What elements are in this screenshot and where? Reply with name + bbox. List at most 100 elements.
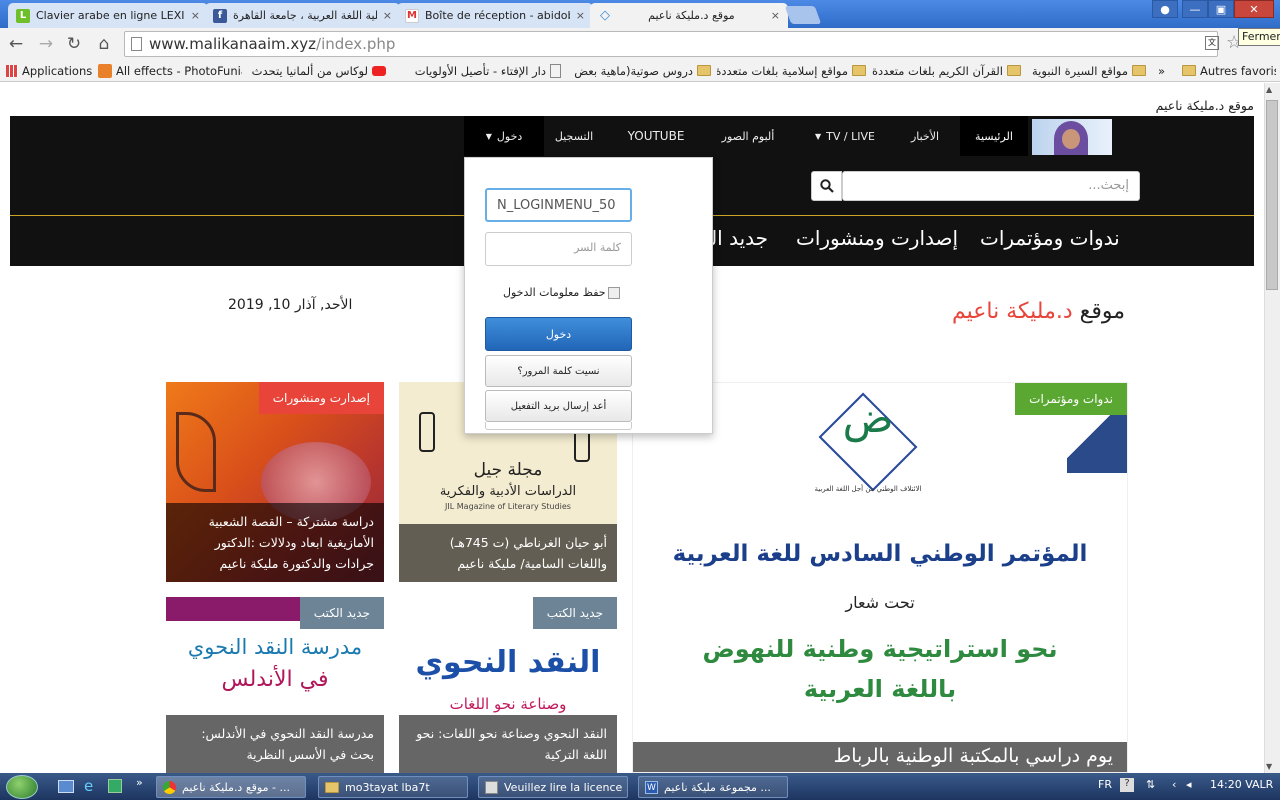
speaker-icon[interactable]: ◂ — [1186, 778, 1192, 791]
nav-label: التسجيل — [554, 129, 594, 143]
scroll-down-icon[interactable]: ▼ — [1266, 762, 1272, 771]
tab-cairo-university[interactable]: f كلية اللغة العربية ، جامعة القاهرة × — [205, 3, 400, 28]
scroll-up-icon[interactable]: ▲ — [1266, 85, 1272, 94]
clock[interactable]: 14:20 VALR — [1210, 778, 1273, 791]
nav-login[interactable]: ▼ دخول — [464, 116, 544, 156]
new-tab-button[interactable] — [784, 6, 822, 24]
tooltip: Fermer — [1238, 28, 1280, 46]
tab-malikanaaim[interactable]: ◇ موقع د.مليكة ناعيم × — [590, 3, 788, 28]
username-input[interactable]: N_LOGINMENU_50 — [485, 188, 632, 222]
tab-close-icon[interactable]: × — [383, 9, 392, 22]
bookmark-folder-durus[interactable]: دروس صوتية(ماهية بعض — [567, 60, 717, 82]
bookmark-folder-islamic-sites[interactable]: مواقع إسلامية بلغات متعددة — [717, 60, 872, 82]
folder-icon — [1132, 65, 1146, 76]
address-bar[interactable]: www.malikanaaim.xyz/index.php — [124, 31, 1218, 57]
forward-icon[interactable]: → — [34, 32, 58, 56]
reload-icon[interactable]: ↻ — [62, 32, 86, 56]
book-title: النقد النحوي — [415, 645, 601, 680]
back-icon[interactable]: ← — [4, 32, 28, 56]
article-card-amazigh-story[interactable]: إصدارت ومنشورات دراسة مشتركة – القصة الش… — [166, 382, 384, 582]
tab-close-icon[interactable]: × — [191, 9, 200, 22]
nav-news[interactable]: الأخبار — [895, 116, 955, 156]
page-icon — [550, 63, 561, 78]
search-input[interactable]: إبحث... — [842, 171, 1140, 201]
decorative-pattern — [176, 412, 216, 492]
journal-english-title: JIL Magazine of Literary Studies — [445, 502, 571, 511]
start-button-icon[interactable] — [6, 775, 38, 799]
taskbar-item-word[interactable]: W مجموعة مليكة ناعيم ... — [638, 776, 788, 798]
tab-title: موقع د.مليكة ناعيم — [648, 9, 735, 22]
bookmark-label: Applications — [22, 63, 92, 78]
remember-checkbox[interactable] — [607, 286, 620, 299]
tray-expand-icon[interactable]: ‹ — [1172, 778, 1176, 791]
article-caption[interactable]: النقد النحوي وصناعة نحو اللغات: نحو اللغ… — [399, 715, 617, 773]
tab-gmail[interactable]: M Boîte de réception - abidobel × — [397, 3, 593, 28]
book-subtitle: في الأندلس — [221, 667, 329, 692]
quicklaunch-more-icon[interactable]: » — [136, 776, 143, 789]
forgot-password-button[interactable]: نسيت كلمة المرور؟ — [485, 355, 632, 387]
bookmarks-more-button[interactable]: » — [1152, 60, 1176, 82]
nav-register[interactable]: التسجيل — [548, 116, 600, 156]
category-badge[interactable]: ندوات ومؤتمرات — [1015, 383, 1127, 415]
taskbar-item-chrome[interactable]: موقع د.مليكة ناعيم - ... — [156, 776, 306, 798]
bookmark-photofunia[interactable]: All effects - PhotoFunia — [92, 60, 242, 82]
scrollbar-thumb[interactable] — [1266, 100, 1278, 290]
show-desktop-icon[interactable] — [58, 780, 74, 793]
taskbar-item-installer[interactable]: Veuillez lire la licence ... — [478, 776, 628, 798]
remember-me[interactable]: حفظ معلومات الدخول — [503, 286, 620, 299]
article-card-andalus-school[interactable]: مدرسة النقد النحوي في الأندلس جديد الكتب… — [166, 597, 384, 773]
bookmark-folder-quran[interactable]: القرآن الكريم بلغات متعددة — [872, 60, 1027, 82]
current-date: الأحد, آذار 10, 2019 — [228, 297, 353, 313]
minimize-icon[interactable]: — — [1182, 0, 1208, 18]
internet-explorer-icon[interactable]: e — [84, 777, 93, 795]
tab-close-icon[interactable]: × — [771, 9, 780, 22]
category-badge[interactable]: جديد الكتب — [299, 597, 384, 629]
nav-home[interactable]: الرئيسية — [960, 116, 1028, 156]
language-indicator[interactable]: FR — [1098, 778, 1112, 791]
lexilogos-favicon-icon: L — [16, 8, 30, 23]
bookmark-applications[interactable]: Applications — [0, 60, 92, 82]
menu-publications[interactable]: إصدارت ومنشورات — [796, 226, 958, 250]
resend-activation-button[interactable]: أعد إرسال بريد التفعيل — [485, 390, 632, 422]
login-submit-button[interactable]: دخول — [485, 317, 632, 351]
bookmark-dar-alifta[interactable]: دار الإفتاء - تأصيل الأولويات — [392, 60, 567, 82]
category-badge[interactable]: جديد الكتب — [532, 597, 617, 629]
folder-icon — [1182, 65, 1196, 76]
bookmark-label: دروس صوتية(ماهية بعض — [574, 63, 693, 78]
article-card-grammar-critique[interactable]: النقد النحوي وصناعة نحو اللغات جديد الكت… — [399, 597, 617, 773]
network-icon[interactable]: ⇅ — [1146, 778, 1155, 791]
article-caption[interactable]: دراسة مشتركة – القصة الشعبية الأمازيغية … — [166, 503, 384, 582]
search-icon — [819, 179, 834, 193]
coalition-logo-caption: الائتلاف الوطني من أجل اللغة العربية — [814, 485, 922, 493]
home-icon[interactable]: ⌂ — [92, 32, 116, 56]
nav-tv-live[interactable]: ▼ TV / LIVE — [800, 116, 890, 156]
password-input[interactable]: كلمة السر — [485, 232, 632, 266]
caret-down-icon: ▼ — [815, 131, 822, 141]
help-icon[interactable]: ? — [1120, 778, 1134, 792]
article-caption[interactable]: مدرسة النقد النحوي في الأندلس: بحث في ال… — [166, 715, 384, 773]
tab-title: كلية اللغة العربية ، جامعة القاهرة — [233, 9, 377, 22]
bookmark-label: All effects - PhotoFunia — [116, 63, 242, 78]
menu-conferences[interactable]: ندوات ومؤتمرات — [980, 226, 1120, 250]
tab-close-icon[interactable]: × — [576, 9, 585, 22]
taskbar-item-label: mo3tayat lba7t — [345, 780, 430, 794]
nav-photo-album[interactable]: ألبوم الصور — [712, 116, 784, 156]
maximize-icon[interactable]: ▣ — [1208, 0, 1234, 18]
search-button[interactable] — [811, 171, 842, 201]
close-window-icon[interactable]: ✕ — [1234, 0, 1274, 18]
tab-lexilogos[interactable]: L Clavier arabe en ligne LEXILOGOS × — [8, 3, 208, 28]
article-caption[interactable]: يوم دراسي بالمكتبة الوطنية بالرباط — [633, 742, 1127, 772]
taskbar-item-label: مجموعة مليكة ناعيم ... — [664, 780, 771, 794]
media-icon[interactable] — [108, 779, 122, 793]
bookmark-folder-sira[interactable]: مواقع السيرة النبوية — [1027, 60, 1152, 82]
taskbar-item-explorer[interactable]: mo3tayat lba7t — [318, 776, 468, 798]
category-badge[interactable]: إصدارت ومنشورات — [258, 382, 384, 414]
user-icon[interactable]: ● — [1152, 0, 1178, 18]
bookmark-other-favorites[interactable]: Autres favoris — [1176, 60, 1276, 82]
translate-icon[interactable]: 文 — [1205, 36, 1219, 50]
nav-youtube[interactable]: YOUTUBE — [618, 116, 694, 156]
brand-prefix: موقع — [1072, 299, 1126, 324]
article-caption[interactable]: أبو حيان الغرناطي (ت 745هـ) واللغات السا… — [399, 524, 617, 582]
featured-conference-card[interactable]: ض الائتلاف الوطني من أجل اللغة العربية ا… — [632, 382, 1128, 773]
bookmark-youtube[interactable]: لوكاس من ألمانيا يتحدث — [242, 60, 392, 82]
